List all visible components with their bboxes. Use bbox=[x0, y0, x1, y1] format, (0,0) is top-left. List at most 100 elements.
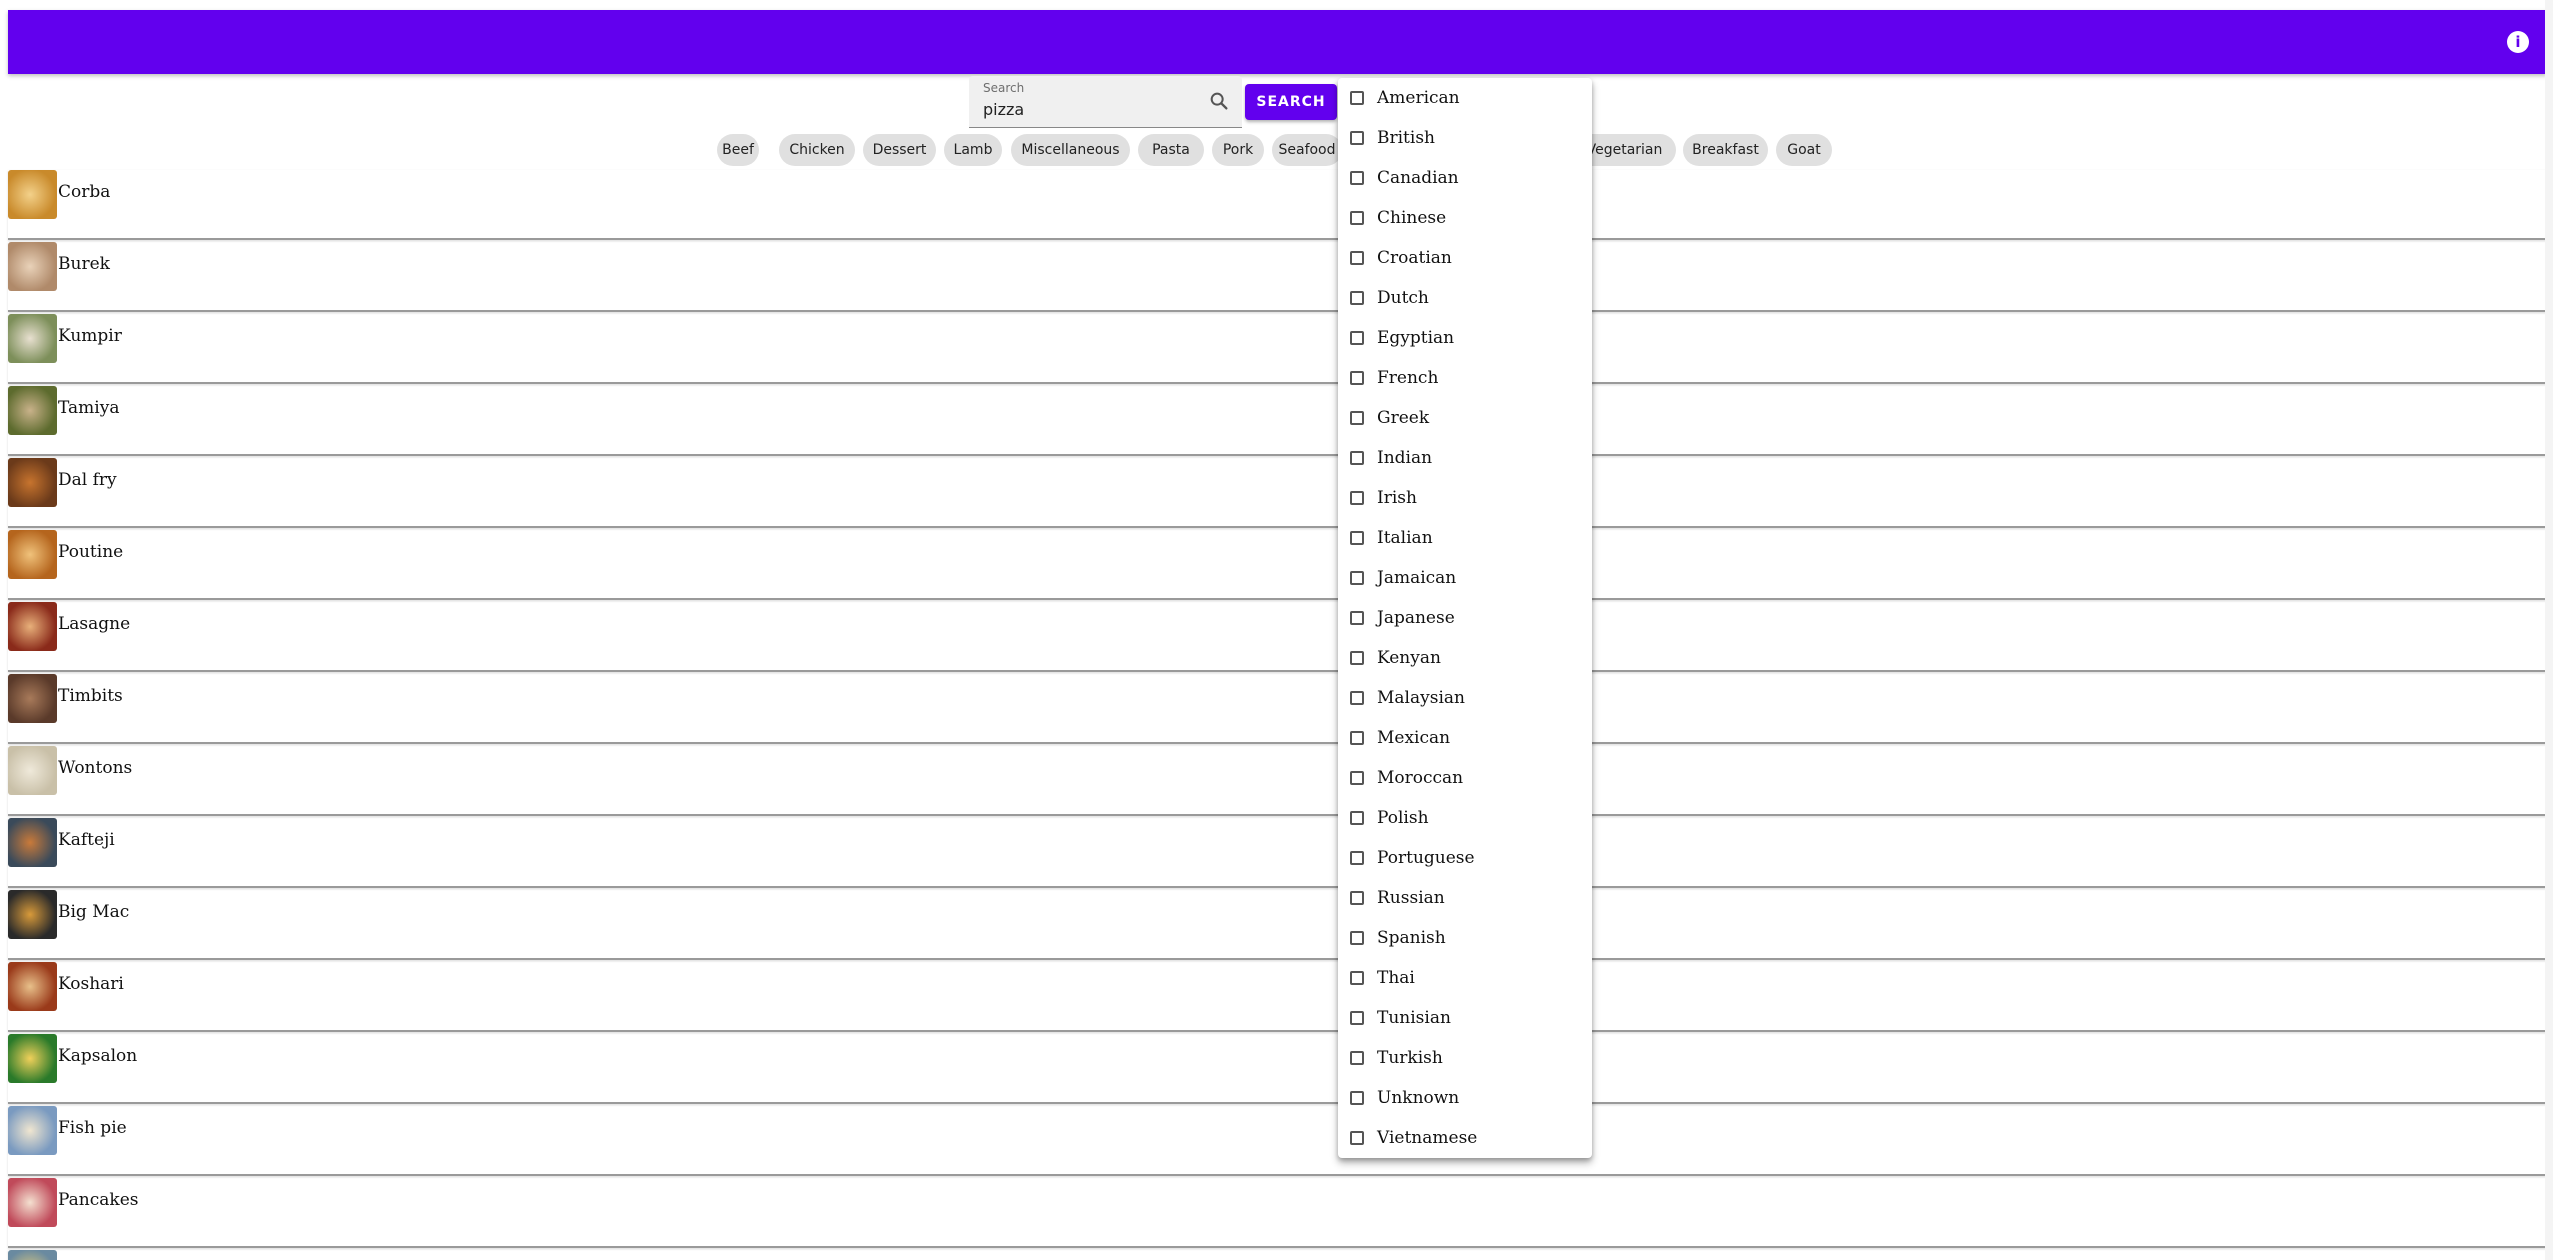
area-option[interactable]: Mexican bbox=[1338, 718, 1592, 758]
scrollbar[interactable] bbox=[2545, 0, 2553, 1260]
area-checkbox[interactable] bbox=[1350, 411, 1364, 425]
category-chip[interactable]: Pork bbox=[1212, 134, 1264, 166]
meal-thumbnail[interactable] bbox=[8, 1034, 57, 1083]
meal-thumbnail[interactable] bbox=[8, 674, 57, 723]
area-checkbox[interactable] bbox=[1350, 731, 1364, 745]
area-checkbox[interactable] bbox=[1350, 491, 1364, 505]
area-option[interactable]: Japanese bbox=[1338, 598, 1592, 638]
area-option[interactable]: Turkish bbox=[1338, 1038, 1592, 1078]
area-checkbox[interactable] bbox=[1350, 291, 1364, 305]
area-checkbox[interactable] bbox=[1350, 1011, 1364, 1025]
meal-thumbnail[interactable] bbox=[8, 386, 57, 435]
search-icon[interactable] bbox=[1208, 90, 1230, 112]
meal-thumbnail[interactable] bbox=[8, 746, 57, 795]
meal-thumbnail[interactable] bbox=[8, 1106, 57, 1155]
meal-list-item[interactable]: Fish pie bbox=[8, 1106, 2547, 1176]
meal-list-item[interactable]: Timbits bbox=[8, 674, 2547, 744]
meal-list-item[interactable]: Big Mac bbox=[8, 890, 2547, 960]
meal-list-item[interactable]: Dal fry bbox=[8, 458, 2547, 528]
category-chip[interactable]: Miscellaneous bbox=[1011, 134, 1130, 166]
area-option[interactable]: Polish bbox=[1338, 798, 1592, 838]
area-option[interactable]: Croatian bbox=[1338, 238, 1592, 278]
area-checkbox[interactable] bbox=[1350, 611, 1364, 625]
meal-list-item[interactable]: Tamiya bbox=[8, 386, 2547, 456]
area-checkbox[interactable] bbox=[1350, 771, 1364, 785]
area-checkbox[interactable] bbox=[1350, 171, 1364, 185]
search-field[interactable]: Search bbox=[969, 76, 1242, 128]
category-chip[interactable]: Lamb bbox=[944, 134, 1002, 166]
meal-list-item[interactable]: Burek bbox=[8, 242, 2547, 312]
area-option[interactable]: Egyptian bbox=[1338, 318, 1592, 358]
area-option[interactable]: Moroccan bbox=[1338, 758, 1592, 798]
category-chip[interactable]: Goat bbox=[1776, 134, 1832, 166]
area-option[interactable]: Jamaican bbox=[1338, 558, 1592, 598]
area-option[interactable]: Malaysian bbox=[1338, 678, 1592, 718]
area-option[interactable]: Italian bbox=[1338, 518, 1592, 558]
area-checkbox[interactable] bbox=[1350, 651, 1364, 665]
meal-thumbnail[interactable] bbox=[8, 1178, 57, 1227]
meal-thumbnail[interactable] bbox=[8, 890, 57, 939]
category-chip[interactable]: Breakfast bbox=[1683, 134, 1768, 166]
meal-list-item[interactable]: Koshari bbox=[8, 962, 2547, 1032]
area-checkbox[interactable] bbox=[1350, 251, 1364, 265]
area-checkbox[interactable] bbox=[1350, 811, 1364, 825]
area-option[interactable]: Tunisian bbox=[1338, 998, 1592, 1038]
area-option[interactable]: Kenyan bbox=[1338, 638, 1592, 678]
area-checkbox[interactable] bbox=[1350, 91, 1364, 105]
area-checkbox[interactable] bbox=[1350, 1051, 1364, 1065]
area-option[interactable]: American bbox=[1338, 78, 1592, 118]
area-option[interactable]: Vietnamese bbox=[1338, 1118, 1592, 1158]
meal-list-item[interactable]: Pancakes bbox=[8, 1178, 2547, 1248]
category-chip[interactable]: Chicken bbox=[779, 134, 855, 166]
area-checkbox[interactable] bbox=[1350, 691, 1364, 705]
meal-list-item[interactable]: Corba bbox=[8, 170, 2547, 240]
meal-thumbnail[interactable] bbox=[8, 1250, 57, 1260]
area-option[interactable]: Indian bbox=[1338, 438, 1592, 478]
meal-thumbnail[interactable] bbox=[8, 962, 57, 1011]
category-chip[interactable]: Dessert bbox=[863, 134, 936, 166]
info-button[interactable]: i bbox=[2507, 31, 2529, 53]
area-option[interactable]: Spanish bbox=[1338, 918, 1592, 958]
category-chip[interactable]: Beef bbox=[717, 134, 759, 166]
area-option[interactable]: Dutch bbox=[1338, 278, 1592, 318]
area-checkbox[interactable] bbox=[1350, 371, 1364, 385]
area-checkbox[interactable] bbox=[1350, 571, 1364, 585]
area-option[interactable]: Russian bbox=[1338, 878, 1592, 918]
area-checkbox[interactable] bbox=[1350, 531, 1364, 545]
meal-list-item[interactable]: Lasagne bbox=[8, 602, 2547, 672]
area-checkbox[interactable] bbox=[1350, 931, 1364, 945]
area-option[interactable]: Irish bbox=[1338, 478, 1592, 518]
meal-thumbnail[interactable] bbox=[8, 314, 57, 363]
meal-thumbnail[interactable] bbox=[8, 818, 57, 867]
meal-list-item[interactable]: Wontons bbox=[8, 746, 2547, 816]
meal-thumbnail[interactable] bbox=[8, 602, 57, 651]
meal-list-item[interactable]: Kafteji bbox=[8, 818, 2547, 888]
area-checkbox[interactable] bbox=[1350, 131, 1364, 145]
meal-list-item[interactable]: Poutine bbox=[8, 530, 2547, 600]
meal-list-item[interactable]: Kumpir bbox=[8, 314, 2547, 384]
meal-thumbnail[interactable] bbox=[8, 170, 57, 219]
area-checkbox[interactable] bbox=[1350, 451, 1364, 465]
area-option[interactable]: Canadian bbox=[1338, 158, 1592, 198]
meal-list-item[interactable]: Kapsalon bbox=[8, 1034, 2547, 1104]
meal-thumbnail[interactable] bbox=[8, 458, 57, 507]
area-option[interactable]: Unknown bbox=[1338, 1078, 1592, 1118]
area-checkbox[interactable] bbox=[1350, 971, 1364, 985]
search-button[interactable]: SEARCH bbox=[1245, 84, 1337, 120]
area-option[interactable]: Chinese bbox=[1338, 198, 1592, 238]
area-checkbox[interactable] bbox=[1350, 211, 1364, 225]
area-option[interactable]: Greek bbox=[1338, 398, 1592, 438]
area-checkbox[interactable] bbox=[1350, 851, 1364, 865]
meal-thumbnail[interactable] bbox=[8, 530, 57, 579]
area-option[interactable]: French bbox=[1338, 358, 1592, 398]
area-checkbox[interactable] bbox=[1350, 331, 1364, 345]
category-chip[interactable]: Seafood bbox=[1272, 134, 1342, 166]
area-option[interactable]: Portuguese bbox=[1338, 838, 1592, 878]
meal-thumbnail[interactable] bbox=[8, 242, 57, 291]
area-option[interactable]: Thai bbox=[1338, 958, 1592, 998]
area-checkbox[interactable] bbox=[1350, 1091, 1364, 1105]
area-checkbox[interactable] bbox=[1350, 891, 1364, 905]
search-input[interactable] bbox=[983, 98, 1193, 120]
meal-list-item[interactable]: Kedgeree bbox=[8, 1250, 2547, 1260]
area-checkbox[interactable] bbox=[1350, 1131, 1364, 1145]
